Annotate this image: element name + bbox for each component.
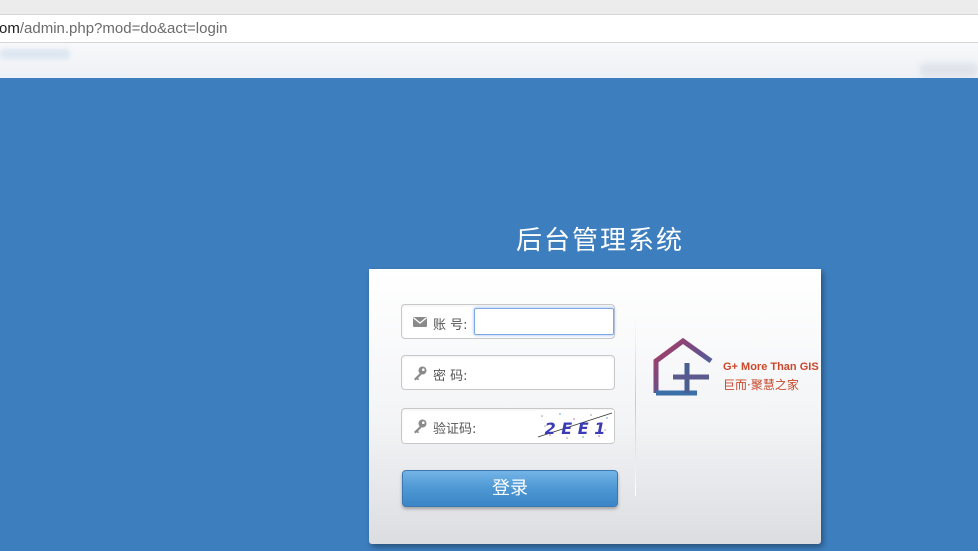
key-icon (414, 366, 427, 381)
login-panel: 账 号: 密 码: 验证码: 2 E E 1 登录 G+ More Than G… (369, 269, 821, 544)
login-button[interactable]: 登录 (402, 470, 618, 507)
address-bar[interactable]: om/admin.php?mod=do&act=login (0, 14, 978, 43)
password-input[interactable] (477, 360, 611, 387)
captcha-input[interactable] (477, 413, 536, 441)
panel-divider (635, 311, 636, 496)
password-field: 密 码: (401, 355, 615, 390)
blurred-bookmark (920, 63, 978, 77)
logo-chinese-text: 巨而·聚慧之家 (723, 378, 799, 392)
logo-english-text: G+ More Than GIS (723, 361, 819, 373)
captcha-image[interactable]: 2 E E 1 (536, 410, 614, 442)
captcha-field: 验证码: 2 E E 1 (401, 408, 615, 444)
envelope-icon (413, 317, 427, 327)
account-label: 账 号: (433, 318, 468, 333)
url-path: /admin.php?mod=do&act=login (19, 20, 228, 37)
browser-tab-strip (0, 0, 978, 14)
account-input[interactable] (474, 308, 614, 335)
account-field: 账 号: (401, 304, 615, 339)
blurred-bookmark (0, 49, 70, 59)
password-label: 密 码: (433, 369, 468, 384)
key-icon (414, 419, 427, 434)
captcha-text: 2 E E 1 (545, 419, 606, 438)
house-plus-logo-icon (653, 337, 713, 396)
bookmarks-bar (0, 43, 978, 78)
url-domain: om (0, 20, 20, 37)
page-title: 后台管理系统 (515, 226, 684, 256)
url-text[interactable]: om/admin.php?mod=do&act=login (0, 20, 228, 37)
brand-logo: G+ More Than GIS 巨而·聚慧之家 (653, 337, 819, 397)
captcha-label: 验证码: (433, 422, 477, 437)
